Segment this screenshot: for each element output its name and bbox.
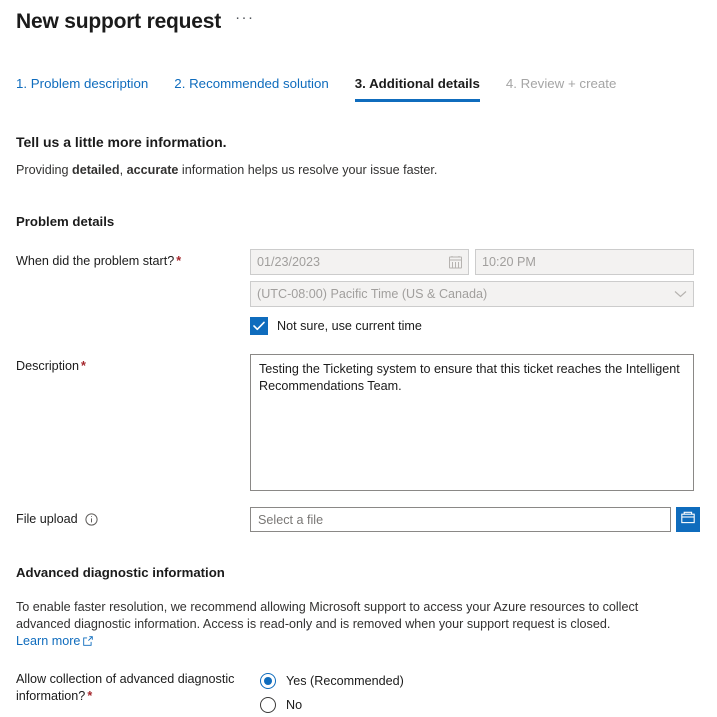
description-textarea[interactable] [250,354,694,491]
label-file-upload: File upload [16,511,250,528]
date-time-line: 01/23/2023 10:20 PM [250,249,701,275]
label-description-text: Description [16,359,79,373]
more-options-button[interactable]: ··· [235,10,255,31]
intro-subtext-mid: , [119,163,127,177]
checkbox-label: Not sure, use current time [277,318,422,333]
section-heading-advanced-diagnostic: Advanced diagnostic information [16,565,225,580]
radio-label-yes: Yes (Recommended) [286,673,404,688]
tab-review-create[interactable]: 4. Review + create [506,76,617,102]
calendar-icon[interactable] [449,256,462,269]
allow-diagnostic-options: Yes (Recommended) No [260,669,701,717]
learn-more-link[interactable]: Learn more [16,634,94,651]
radio-option-no[interactable]: No [260,693,701,717]
external-link-icon [83,634,94,651]
label-allow-diagnostic-text: Allow collection of advanced diagnostic … [16,672,235,703]
intro-subtext-suffix: information helps us resolve your issue … [178,163,438,177]
intro-subtext-prefix: Providing [16,163,73,177]
time-input[interactable]: 10:20 PM [475,249,694,275]
advanced-diagnostic-description: To enable faster resolution, we recommen… [0,599,672,651]
file-path-placeholder: Select a file [258,512,324,527]
browse-file-button[interactable] [676,507,700,532]
file-path-input[interactable]: Select a file [250,507,671,532]
field-row-problem-start: When did the problem start?* 01/23/2023 [0,249,717,335]
advanced-description-text: To enable faster resolution, we recommen… [16,600,639,631]
field-row-file-upload: File upload Select a file [0,507,717,532]
intro-subtext: Providing detailed, accurate information… [16,162,701,179]
required-asterisk-description: * [81,359,86,373]
wizard-tabs: 1. Problem description 2. Recommended so… [0,76,717,102]
page-title: New support request [16,10,222,33]
checkbox-box[interactable] [250,317,268,335]
label-description: Description * [16,354,250,375]
radio-option-yes[interactable]: Yes (Recommended) [260,669,701,693]
intro-block: Tell us a little more information. Provi… [0,132,717,179]
page-header: New support request ··· [0,0,717,38]
tab-additional-details[interactable]: 3. Additional details [354,76,480,102]
radio-label-no: No [286,697,303,712]
date-input[interactable]: 01/23/2023 [250,249,469,275]
tab-recommended-solution[interactable]: 2. Recommended solution [174,76,328,102]
radio-indicator-no[interactable] [260,697,276,713]
intro-subtext-bold-accurate: accurate [126,163,179,177]
label-allow-diagnostic: Allow collection of advanced diagnostic … [16,669,260,705]
learn-more-label: Learn more [16,634,81,648]
description-field-wrap [250,354,701,491]
chevron-down-icon[interactable] [674,290,687,298]
required-asterisk-problem-start: * [176,254,182,268]
required-asterisk-allow-diagnostic: * [87,689,93,703]
field-row-description: Description * [0,354,717,491]
timezone-select-value: (UTC-08:00) Pacific Time (US & Canada) [257,287,488,301]
field-row-allow-diagnostic: Allow collection of advanced diagnostic … [0,669,717,717]
problem-start-fields: 01/23/2023 10:20 PM (UTC-08:00) Pacific … [250,249,701,335]
date-input-value: 01/23/2023 [257,255,321,269]
timezone-select[interactable]: (UTC-08:00) Pacific Time (US & Canada) [250,281,694,307]
not-sure-use-current-time-checkbox[interactable]: Not sure, use current time [250,317,701,335]
radio-indicator-yes[interactable] [260,673,276,689]
label-problem-start: When did the problem start? * [16,249,250,270]
file-upload-line: Select a file [250,507,701,532]
file-upload-fields: Select a file [250,507,701,532]
intro-subtext-bold-detailed: detailed [72,163,120,177]
folder-browse-icon [681,511,695,529]
intro-heading: Tell us a little more information. [16,134,227,150]
label-problem-start-text: When did the problem start? [16,254,175,268]
time-input-value: 10:20 PM [482,255,536,269]
tab-problem-description[interactable]: 1. Problem description [16,76,148,102]
section-heading-problem-details: Problem details [16,214,115,229]
info-circle-icon[interactable] [85,513,98,526]
label-file-upload-text: File upload [16,512,78,526]
